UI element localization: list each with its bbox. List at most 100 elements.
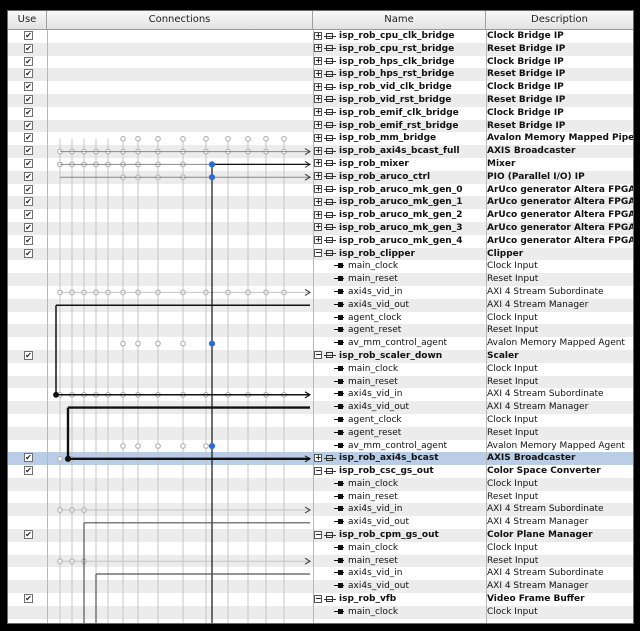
module-name[interactable]: − isp_rob_clipper [314, 248, 486, 261]
port-name[interactable]: main_reset [314, 491, 486, 504]
expand-toggle-icon[interactable]: + [314, 31, 322, 40]
port-connection-dot[interactable] [135, 340, 141, 347]
port-connection-dot[interactable] [263, 136, 269, 142]
port-connection-dot[interactable] [225, 136, 231, 142]
port-name[interactable]: av_mm_control_agent [314, 337, 486, 350]
collapse-toggle-icon[interactable]: − [314, 530, 322, 539]
collapse-toggle-icon[interactable]: − [314, 466, 322, 475]
port-name[interactable]: agent_clock [314, 312, 486, 325]
port-name[interactable]: axi4s_vid_out [314, 516, 486, 529]
expand-toggle-icon[interactable]: + [314, 69, 322, 78]
expand-toggle-icon[interactable]: + [314, 44, 322, 53]
port-name[interactable]: main_clock [314, 478, 486, 491]
port-connection-dot[interactable] [203, 443, 209, 449]
port-connection-dot[interactable] [155, 136, 161, 142]
expand-toggle-icon[interactable]: + [314, 133, 322, 142]
port-name[interactable]: axi4s_vid_in [314, 503, 486, 516]
module-name[interactable]: + isp_rob_emif_clk_bridge [314, 107, 486, 120]
port-name[interactable]: agent_reset [314, 324, 486, 337]
module-name[interactable]: + isp_rob_mixer [314, 158, 486, 171]
module-name[interactable]: + isp_rob_axi4s_bcast_full [314, 145, 486, 158]
port-connection-dot[interactable] [155, 443, 161, 449]
expand-toggle-icon[interactable]: + [314, 95, 322, 104]
active-connection-dot[interactable] [208, 161, 216, 168]
module-name[interactable]: + isp_rob_aruco_mk_gen_0 [314, 184, 486, 197]
expand-toggle-icon[interactable]: + [314, 146, 322, 155]
port-name[interactable]: main_clock [314, 363, 486, 376]
active-connection-dot[interactable] [53, 391, 59, 398]
expand-toggle-icon[interactable]: + [314, 236, 322, 245]
active-connection-dot[interactable] [64, 455, 72, 462]
port-name[interactable]: main_reset [314, 273, 486, 286]
port-name[interactable]: axi4s_vid_in [314, 286, 486, 299]
port-connection-dot[interactable] [180, 340, 186, 347]
port-name[interactable]: axi4s_vid_out [314, 401, 486, 414]
port-name[interactable]: av_mm_control_agent [314, 440, 486, 453]
expand-toggle-icon[interactable]: + [314, 121, 322, 130]
port-connection-dot[interactable] [180, 136, 186, 142]
port-name[interactable]: axi4s_vid_out [314, 580, 486, 593]
port-name[interactable]: agent_reset [314, 427, 486, 440]
column-header-connections[interactable]: Connections [47, 11, 313, 29]
expand-toggle-icon[interactable]: + [314, 108, 322, 117]
module-name[interactable]: + isp_rob_aruco_mk_gen_4 [314, 235, 486, 248]
connections-graph[interactable] [8, 30, 313, 623]
module-name[interactable]: + isp_rob_cpu_rst_bridge [314, 43, 486, 56]
port-connection-dot[interactable] [135, 443, 141, 449]
port-connection-dot[interactable] [57, 456, 63, 462]
module-name[interactable]: − isp_rob_csc_gs_out [314, 465, 486, 478]
expand-toggle-icon[interactable]: + [314, 172, 322, 181]
module-name[interactable]: + isp_rob_aruco_mk_gen_3 [314, 222, 486, 235]
port-connection-dot[interactable] [120, 136, 126, 142]
column-header-name[interactable]: Name [313, 11, 486, 29]
port-name[interactable]: main_clock [314, 542, 486, 555]
module-name[interactable]: + isp_rob_emif_rst_bridge [314, 120, 486, 133]
module-name[interactable]: + isp_rob_mm_bridge [314, 132, 486, 145]
collapse-toggle-icon[interactable]: − [314, 594, 322, 603]
port-name[interactable]: main_reset [314, 376, 486, 389]
active-connection-dot[interactable] [208, 442, 216, 450]
collapse-toggle-icon[interactable]: − [314, 351, 322, 360]
port-name[interactable]: agent_clock [314, 414, 486, 427]
port-connection-dot[interactable] [135, 136, 141, 142]
port-name[interactable]: axi4s_vid_in [314, 567, 486, 580]
collapse-toggle-icon[interactable]: − [314, 249, 322, 258]
port-connection-dot[interactable] [120, 443, 126, 449]
expand-toggle-icon[interactable]: + [314, 82, 322, 91]
port-connection-dot[interactable] [203, 136, 209, 142]
module-name[interactable]: + isp_rob_hps_rst_bridge [314, 68, 486, 81]
module-name[interactable]: + isp_rob_vid_clk_bridge [314, 81, 486, 94]
module-name[interactable]: − isp_rob_scaler_down [314, 350, 486, 363]
expand-toggle-icon[interactable]: + [314, 159, 322, 168]
module-name[interactable]: + isp_rob_aruco_ctrl [314, 171, 486, 184]
port-name[interactable]: axi4s_vid_out [314, 299, 486, 312]
port-connection-dot[interactable] [245, 136, 251, 142]
module-name[interactable]: + isp_rob_axi4s_bcast [314, 452, 486, 465]
module-name[interactable]: − isp_rob_cpm_gs_out [314, 529, 486, 542]
port-name[interactable]: axi4s_vid_in [314, 388, 486, 401]
module-name[interactable]: − isp_rob_vfb [314, 593, 486, 606]
expand-toggle-icon[interactable]: + [314, 57, 322, 66]
module-name[interactable]: + isp_rob_vid_rst_bridge [314, 94, 486, 107]
module-name[interactable]: + isp_rob_cpu_clk_bridge [314, 30, 486, 43]
expand-toggle-icon[interactable]: + [314, 185, 322, 194]
active-connection-dot[interactable] [208, 340, 216, 347]
port-name[interactable]: main_clock [314, 606, 486, 619]
port-connection-dot[interactable] [180, 443, 186, 449]
column-header-use[interactable]: Use [8, 11, 47, 29]
module-name[interactable]: + isp_rob_aruco_mk_gen_2 [314, 209, 486, 222]
module-name[interactable]: + isp_rob_hps_clk_bridge [314, 56, 486, 69]
port-connection-dot[interactable] [281, 136, 287, 142]
port-connection-dot[interactable] [155, 340, 161, 347]
expand-toggle-icon[interactable]: + [314, 197, 322, 206]
port-name[interactable]: main_clock [314, 260, 486, 273]
expand-toggle-icon[interactable]: + [314, 210, 322, 219]
module-name[interactable]: + isp_rob_aruco_mk_gen_1 [314, 196, 486, 209]
active-connection-dot[interactable] [208, 174, 216, 181]
expand-toggle-icon[interactable]: + [314, 453, 322, 462]
name-text: isp_rob_scaler_down [339, 350, 443, 361]
port-name[interactable]: main_reset [314, 555, 486, 568]
port-connection-dot[interactable] [120, 340, 126, 347]
column-header-description[interactable]: Description [486, 11, 633, 29]
expand-toggle-icon[interactable]: + [314, 223, 322, 232]
